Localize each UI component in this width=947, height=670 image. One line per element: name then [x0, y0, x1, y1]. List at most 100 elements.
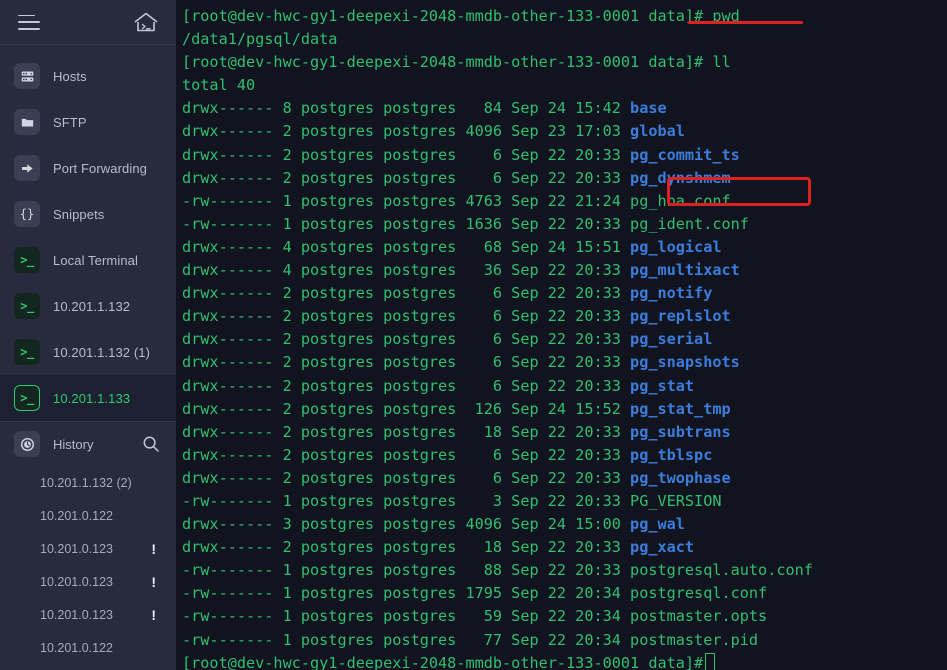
file-name: postgresql.auto.conf [630, 561, 813, 580]
terminal-icon: >_ [14, 293, 40, 319]
terminal-file-row: -rw------- 1 postgres postgres 88 Sep 22… [182, 561, 813, 580]
terminal-file-row: drwx------ 2 postgres postgres 6 Sep 22 … [182, 376, 695, 395]
file-name: pg_stat [630, 376, 695, 395]
terminal-cursor [705, 652, 716, 670]
history-item[interactable]: 10.201.0.122 [0, 664, 176, 670]
sidebar-item-port-forwarding[interactable]: Port Forwarding [0, 145, 176, 191]
sidebar-item-label: Snippets [53, 206, 105, 222]
terminal-file-row: drwx------ 2 postgres postgres 18 Sep 22… [182, 422, 731, 441]
warning-icon: ! [151, 540, 156, 557]
history-item-label: 10.201.0.123 [40, 574, 113, 589]
server-rack-icon [14, 63, 40, 89]
history-item-label: 10.201.1.132 (2) [40, 475, 132, 490]
sidebar-item-sftp[interactable]: SFTP [0, 99, 176, 145]
sidebar-item-label: Port Forwarding [53, 160, 147, 176]
history-item[interactable]: 10.201.1.132 (2) [0, 466, 176, 499]
history-item-label: 10.201.0.122 [40, 508, 113, 523]
sidebar-nav-list: Hosts SFTP Port Forwarding {} Snippets >_ Loca… [0, 45, 176, 421]
sidebar-item-label: 10.201.1.133 [53, 390, 131, 406]
history-item[interactable]: 10.201.0.122 [0, 631, 176, 664]
sidebar: Hosts SFTP Port Forwarding {} Snippets >_ Loca… [0, 0, 176, 670]
file-name: pg_xact [630, 538, 695, 557]
file-name: pg_tblspc [630, 445, 713, 464]
sidebar-item-local-terminal[interactable]: >_ Local Terminal [0, 237, 176, 283]
annotation-underline-pwd [688, 21, 803, 24]
file-name: postgresql.conf [630, 584, 768, 603]
sidebar-item-label: 10.201.1.132 (1) [53, 344, 151, 360]
home-terminal-icon[interactable] [133, 11, 159, 33]
history-header: History [0, 422, 176, 466]
warning-icon: ! [151, 573, 156, 590]
terminal-icon: >_ [14, 247, 40, 273]
sidebar-item-snippets[interactable]: {} Snippets [0, 191, 176, 237]
app-root: Hosts SFTP Port Forwarding {} Snippets >_ Loca… [0, 0, 947, 670]
terminal-file-row: drwx------ 3 postgres postgres 4096 Sep … [182, 515, 685, 534]
terminal-pane[interactable]: [root@dev-hwc-gy1-deepexi-2048-mmdb-othe… [176, 0, 947, 670]
terminal-file-row: drwx------ 2 postgres postgres 4096 Sep … [182, 122, 685, 141]
terminal-file-row: -rw------- 1 postgres postgres 59 Sep 22… [182, 607, 768, 626]
sidebar-item-label: SFTP [53, 114, 87, 130]
terminal-file-row: drwx------ 2 postgres postgres 126 Sep 2… [182, 399, 731, 418]
history-label: History [53, 436, 94, 452]
history-item-label: 10.201.0.123 [40, 607, 113, 622]
sidebar-header [0, 0, 176, 45]
terminal-file-row: drwx------ 8 postgres postgres 84 Sep 24… [182, 99, 667, 118]
file-name: pg_replslot [630, 307, 731, 326]
terminal-file-row: drwx------ 2 postgres postgres 6 Sep 22 … [182, 145, 740, 164]
terminal-output-line: /data1/pgsql/data [182, 30, 338, 49]
file-name: base [630, 99, 667, 118]
history-item[interactable]: 10.201.0.123! [0, 565, 176, 598]
clock-icon [14, 431, 40, 457]
file-name: postmaster.opts [630, 607, 768, 626]
sidebar-item-hosts[interactable]: Hosts [0, 53, 176, 99]
terminal-file-row: drwx------ 2 postgres postgres 6 Sep 22 … [182, 307, 731, 326]
file-name: pg_snapshots [630, 353, 740, 372]
file-name: pg_logical [630, 237, 722, 256]
terminal-file-row: drwx------ 4 postgres postgres 36 Sep 22… [182, 261, 740, 280]
history-list: 10.201.1.132 (2) 10.201.0.122 10.201.0.123… [0, 466, 176, 670]
warning-icon: ! [151, 606, 156, 623]
terminal-icon: >_ [14, 385, 40, 411]
history-item[interactable]: 10.201.0.123! [0, 598, 176, 631]
file-name: pg_subtrans [630, 422, 731, 441]
terminal-output: [root@dev-hwc-gy1-deepexi-2048-mmdb-othe… [182, 5, 947, 670]
file-name: pg_multixact [630, 261, 740, 280]
history-item-label: 10.201.0.123 [40, 541, 113, 556]
sidebar-item-label: 10.201.1.132 [53, 298, 131, 314]
file-name: PG_VERSION [630, 491, 722, 510]
search-icon[interactable] [142, 435, 160, 453]
file-name: pg_serial [630, 330, 713, 349]
terminal-output-line: total 40 [182, 76, 256, 95]
terminal-file-row: -rw------- 1 postgres postgres 3 Sep 22 … [182, 491, 722, 510]
sidebar-item-10-201-1-133[interactable]: >_ 10.201.1.133 [0, 375, 176, 421]
file-name: postmaster.pid [630, 630, 759, 649]
hamburger-icon[interactable] [18, 14, 40, 30]
terminal-file-row: drwx------ 2 postgres postgres 18 Sep 22… [182, 538, 695, 557]
terminal-file-row: drwx------ 2 postgres postgres 6 Sep 22 … [182, 353, 740, 372]
terminal-file-row: drwx------ 2 postgres postgres 6 Sep 22 … [182, 168, 731, 187]
sidebar-item-label: Hosts [53, 68, 87, 84]
terminal-file-row: -rw------- 1 postgres postgres 77 Sep 22… [182, 630, 759, 649]
terminal-prompt-line-active: [root@dev-hwc-gy1-deepexi-2048-mmdb-othe… [182, 652, 947, 670]
history-item[interactable]: 10.201.0.123! [0, 532, 176, 565]
terminal-file-row: -rw------- 1 postgres postgres 1795 Sep … [182, 584, 768, 603]
history-item[interactable]: 10.201.0.122 [0, 499, 176, 532]
history-item-label: 10.201.0.122 [40, 640, 113, 655]
file-name: pg_commit_ts [630, 145, 740, 164]
terminal-prompt-line: [root@dev-hwc-gy1-deepexi-2048-mmdb-othe… [182, 7, 740, 25]
terminal-file-row: drwx------ 2 postgres postgres 6 Sep 22 … [182, 445, 713, 464]
terminal-file-row: drwx------ 4 postgres postgres 68 Sep 24… [182, 237, 722, 256]
arrow-forward-icon [14, 155, 40, 181]
sidebar-item-10-201-1-132[interactable]: >_ 10.201.1.132 [0, 283, 176, 329]
terminal-icon: >_ [14, 339, 40, 365]
file-name: pg_stat_tmp [630, 399, 731, 418]
folder-icon [14, 109, 40, 135]
terminal-file-row: -rw------- 1 postgres postgres 4763 Sep … [182, 191, 731, 210]
sidebar-item-label: Local Terminal [53, 252, 138, 268]
sidebar-item-10-201-1-132-1[interactable]: >_ 10.201.1.132 (1) [0, 329, 176, 375]
terminal-file-row: drwx------ 2 postgres postgres 6 Sep 22 … [182, 330, 713, 349]
braces-icon: {} [14, 201, 40, 227]
file-name: pg_twophase [630, 468, 731, 487]
terminal-prompt-line: [root@dev-hwc-gy1-deepexi-2048-mmdb-othe… [182, 53, 731, 72]
file-name: pg_wal [630, 515, 685, 534]
